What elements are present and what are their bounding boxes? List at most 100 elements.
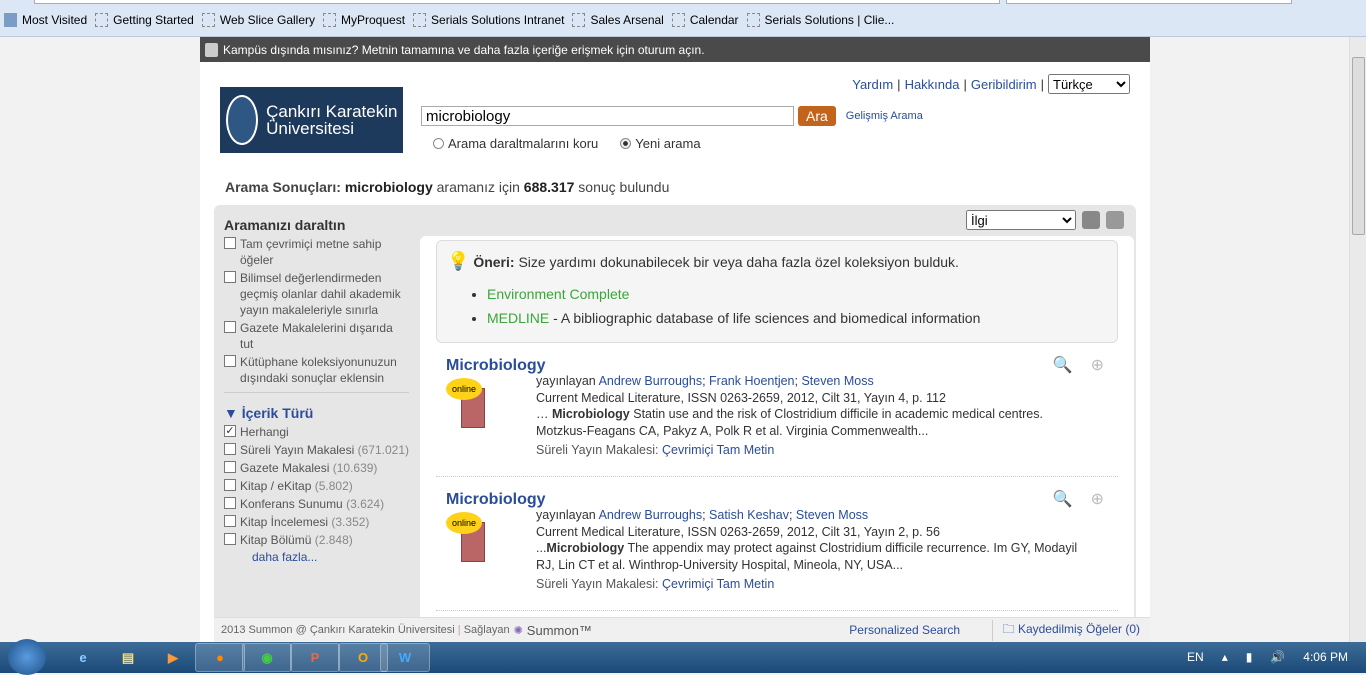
checkbox[interactable] (224, 533, 236, 545)
facet-count: (3.624) (346, 497, 385, 511)
facet-peer-reviewed[interactable]: Bilimsel değerlendirmeden geçmiş olanlar… (224, 270, 409, 318)
result-title[interactable]: Microbiology (446, 491, 546, 508)
facets-title: Aramanızı daraltın (224, 217, 346, 233)
author-link[interactable]: Satish Keshav (709, 508, 789, 522)
environment-complete-link[interactable]: Environment Complete (487, 286, 629, 302)
powerpoint-icon[interactable]: P (290, 643, 340, 672)
preview-icon[interactable]: 🔍 (1053, 355, 1073, 375)
university-logo[interactable]: Çankırı Karatekin Üniversitesi (220, 87, 403, 153)
bookmark[interactable]: MyProquest (323, 13, 405, 27)
feedback-link[interactable]: Geribildirim (971, 77, 1037, 92)
full-text-link[interactable]: Çevrimiçi Tam Metin (662, 443, 774, 457)
medline-link[interactable]: MEDLINE (487, 310, 549, 326)
address-bar[interactable] (34, 0, 1000, 4)
bookmark-icon (4, 13, 17, 27)
content-type-conference[interactable]: Konferans Sunumu (3.624) (224, 496, 409, 512)
online-badge: online (446, 512, 482, 534)
print-icon[interactable] (1082, 211, 1100, 229)
browser-search-box[interactable] (1006, 0, 1292, 4)
author-link[interactable]: Steven Moss (801, 374, 873, 388)
author-link[interactable]: Steven Moss (796, 508, 868, 522)
advanced-search-link[interactable]: Gelişmiş Arama (846, 110, 923, 122)
start-button[interactable] (8, 639, 46, 675)
tray-arrow-icon[interactable]: ▴ (1222, 650, 1228, 664)
result-title[interactable]: Microbiology (446, 357, 546, 374)
result-count: 688.317 (523, 179, 575, 195)
facet-full-text[interactable]: Tam çevrimiçi metne sahip öğeler (224, 236, 409, 268)
facet-label: Kütüphane koleksiyonunuzun dışındaki son… (240, 355, 397, 385)
summary-text: sonuç bulundu (578, 179, 670, 195)
network-icon[interactable]: ▮ (1246, 650, 1253, 664)
vertical-scrollbar[interactable] (1349, 37, 1366, 642)
facet-label: Bilimsel değerlendirmeden geçmiş olanlar… (240, 271, 401, 317)
language-indicator[interactable]: EN (1187, 650, 1204, 664)
bookmark-most-visited[interactable]: Most Visited (4, 13, 87, 27)
scrollbar-thumb[interactable] (1352, 57, 1365, 235)
checkbox[interactable] (224, 443, 236, 455)
rss-icon[interactable] (1106, 211, 1124, 229)
media-player-icon[interactable]: ▶ (148, 643, 198, 672)
word-icon[interactable]: W (380, 643, 430, 672)
checkbox[interactable] (224, 271, 236, 283)
volume-icon[interactable]: 🔊 (1270, 650, 1285, 664)
author-link[interactable]: Andrew Burroughs (599, 374, 703, 388)
preview-icon[interactable]: 🔍 (1053, 489, 1073, 509)
content-type-book-chapter[interactable]: Kitap Bölümü (2.848) (224, 532, 409, 548)
firefox-icon[interactable]: ● (195, 643, 245, 672)
author-link[interactable]: Frank Hoentjen (709, 374, 794, 388)
facet-exclude-newspapers[interactable]: Gazete Makalelerini dışarıda tut (224, 320, 409, 352)
content-type-heading[interactable]: ▼ İçerik Türü (224, 405, 409, 421)
checkbox[interactable] (224, 479, 236, 491)
bookmark[interactable]: Serials Solutions | Clie... (746, 13, 894, 27)
about-link[interactable]: Hakkında (905, 77, 960, 92)
checkbox[interactable] (224, 461, 236, 473)
bookmark[interactable]: Web Slice Gallery (201, 13, 315, 27)
content-type-any[interactable]: Herhangi (224, 424, 409, 440)
checkbox[interactable] (224, 515, 236, 527)
chrome-icon[interactable]: ◉ (242, 643, 292, 672)
bookmark[interactable]: Calendar (671, 13, 739, 27)
author-link[interactable]: Andrew Burroughs (599, 508, 703, 522)
result-thumbnail[interactable]: online (446, 512, 486, 564)
checkbox[interactable] (224, 355, 236, 367)
bookmark[interactable]: Serials Solutions Intranet (413, 13, 564, 27)
bookmark[interactable]: Getting Started (95, 13, 194, 27)
content-type-book[interactable]: Kitap / eKitap (5.802) (224, 478, 409, 494)
facet-count: (671.021) (357, 443, 409, 457)
personalized-search-link[interactable]: Personalized Search (849, 623, 960, 637)
language-select[interactable]: Türkçe (1048, 74, 1130, 94)
page-icon (572, 13, 586, 27)
explorer-icon[interactable]: ▤ (103, 643, 153, 672)
browser-toolbar: Most Visited Getting Started Web Slice G… (0, 0, 1366, 37)
full-text-link[interactable]: Çevrimiçi Tam Metin (662, 577, 774, 591)
save-item-icon[interactable]: ⊕ (1091, 355, 1104, 375)
sort-controls: İlgi (966, 210, 1124, 230)
search-input[interactable] (421, 106, 794, 126)
bookmark[interactable]: Sales Arsenal (572, 13, 664, 27)
checkbox[interactable] (224, 237, 236, 249)
new-search-radio[interactable]: Yeni arama (620, 136, 701, 151)
online-badge: online (446, 378, 482, 400)
content-type-newspaper[interactable]: Gazete Makalesi (10.639) (224, 460, 409, 476)
login-banner[interactable]: Kampüs dışında mısınız? Metnin tamamına … (200, 37, 1150, 62)
facet-beyond-collection[interactable]: Kütüphane koleksiyonunuzun dışındaki son… (224, 354, 409, 386)
keep-refinements-radio[interactable]: Arama daraltmalarını koru (433, 136, 598, 151)
more-link[interactable]: daha fazla... (252, 550, 317, 564)
help-link[interactable]: Yardım (852, 77, 893, 92)
content-type-journal-article[interactable]: Süreli Yayın Makalesi (671.021) (224, 442, 409, 458)
saved-items-link[interactable]: 🗀 Kaydedilmiş Öğeler (0) (991, 619, 1140, 641)
summary-text: aramanız için (436, 179, 520, 195)
checkbox-checked[interactable] (224, 425, 236, 437)
ie-icon[interactable]: e (58, 643, 108, 672)
sort-select[interactable]: İlgi (966, 210, 1076, 230)
search-button[interactable]: Ara (798, 106, 836, 126)
recommendation-item: MEDLINE - A bibliographic database of li… (487, 306, 1103, 330)
checkbox[interactable] (224, 497, 236, 509)
result-thumbnail[interactable]: online (446, 378, 486, 430)
content-type-book-review[interactable]: Kitap İncelemesi (3.352) (224, 514, 409, 530)
checkbox[interactable] (224, 321, 236, 333)
save-item-icon[interactable]: ⊕ (1091, 489, 1104, 509)
clock[interactable]: 4:06 PM (1303, 650, 1348, 664)
facets-sidebar: Aramanızı daraltın Tam çevrimiçi metne s… (224, 217, 409, 564)
snippet-prefix: ... (536, 541, 547, 555)
